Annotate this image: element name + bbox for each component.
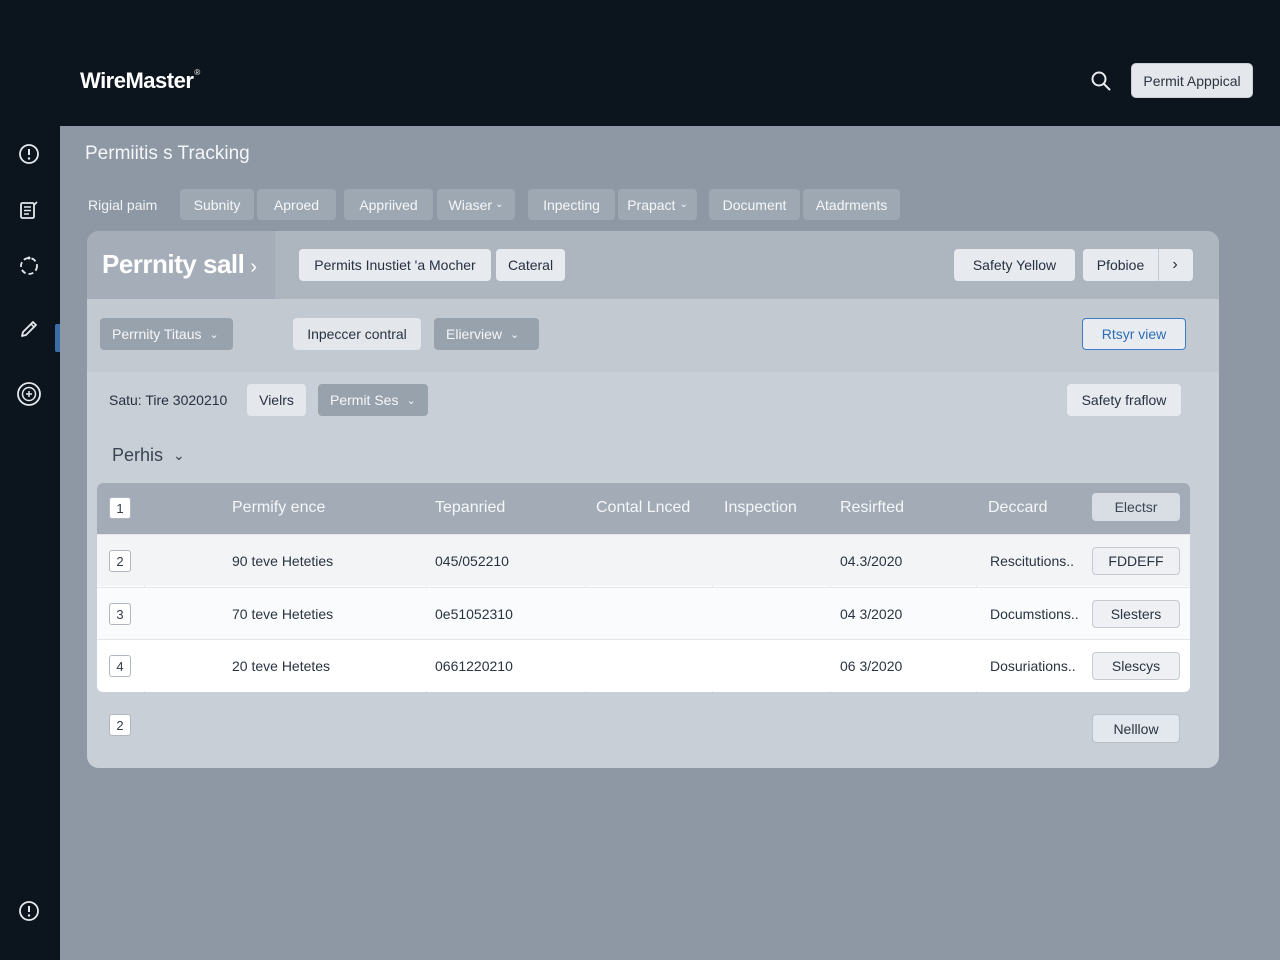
permits-section-toggle[interactable]: Perhis ⌄	[112, 445, 185, 466]
permit-doc-cell: Documstions..	[990, 606, 1079, 622]
permit-code-cell: 045/052210	[435, 553, 509, 569]
section-title: Perhis	[112, 445, 164, 465]
tab-wiaser[interactable]: Wiaser ⌄	[437, 189, 515, 220]
app-logo[interactable]: WireMaster®	[80, 68, 200, 94]
logo-text: WireMaster	[80, 68, 194, 93]
row-action-button[interactable]: Slescys	[1092, 652, 1180, 680]
permits-table: 1 Permify ence Tepanried Contal Lnced In…	[97, 483, 1190, 692]
permit-series-label: Permit Ses	[330, 392, 399, 408]
tab-appriived[interactable]: Appriived	[344, 189, 433, 220]
row-action-button[interactable]: Slesters	[1092, 600, 1180, 628]
tab-atadrments[interactable]: Atadrments	[803, 189, 900, 220]
panel-content-layer: Satu: Tire 3020210 Vielrs Permit Ses ⌄ Sa…	[87, 231, 1219, 768]
permit-code-cell: 0e51052310	[435, 606, 513, 622]
tab-prapact-label: Prapact	[627, 196, 676, 213]
permit-name-cell: 90 teve Heteties	[232, 553, 334, 569]
row-number: 4	[109, 655, 131, 677]
chevron-down-icon: ⌄	[173, 447, 185, 463]
tabs-label: Rigial paim	[88, 197, 158, 213]
permit-series-dropdown[interactable]: Permit Ses ⌄	[318, 384, 428, 416]
header-row-badge: 1	[109, 497, 131, 519]
column-header[interactable]: Contal Lnced	[596, 499, 690, 517]
column-header[interactable]: Resirfted	[840, 499, 904, 517]
column-header[interactable]: Permify ence	[232, 499, 325, 517]
status-text: Satu: Tire 3020210	[109, 392, 228, 408]
table-row[interactable]: 2 90 teve Heteties 045/052210 04.3/2020 …	[97, 534, 1190, 586]
tab-prapact[interactable]: Prapact ⌄	[618, 189, 697, 220]
tab-inpecting[interactable]: Inpecting	[528, 189, 615, 220]
chevron-down-icon: ⌄	[406, 394, 416, 407]
chevron-down-icon: ⌄	[495, 199, 504, 210]
alert-circle-icon[interactable]	[15, 140, 43, 168]
row-number: 3	[109, 603, 131, 625]
document-list-icon[interactable]	[15, 196, 43, 224]
permit-doc-cell: Rescitutions..	[990, 553, 1075, 569]
top-bar: WireMaster® Permit Apppical	[0, 0, 1280, 126]
search-icon[interactable]	[1088, 68, 1114, 94]
page-number-badge[interactable]: 2	[109, 714, 131, 736]
info-circle-icon[interactable]	[15, 897, 43, 925]
tab-subnity[interactable]: Subnity	[180, 189, 254, 220]
column-header[interactable]: Deccard	[988, 499, 1048, 517]
permit-date-cell: 06 3/2020	[840, 658, 903, 674]
permit-application-button[interactable]: Permit Apppical	[1131, 63, 1253, 98]
table-header: 1 Permify ence Tepanried Contal Lnced In…	[97, 483, 1190, 534]
permit-date-cell: 04.3/2020	[840, 553, 903, 569]
views-button[interactable]: Vielrs	[247, 384, 306, 416]
sidebar-active-indicator	[55, 324, 60, 352]
permit-code-cell: 0661220210	[435, 658, 513, 674]
permit-date-cell: 04 3/2020	[840, 606, 903, 622]
tab-wiaser-label: Wiaser	[448, 196, 493, 213]
table-row[interactable]: 3 70 teve Heteties 0e51052310 04 3/2020 …	[97, 587, 1190, 639]
logo-mark: ®	[194, 68, 200, 77]
table-row[interactable]: 4 20 teve Hetetes 0661220210 06 3/2020 D…	[97, 639, 1190, 691]
tab-document[interactable]: Document	[709, 189, 800, 220]
permit-name-cell: 20 teve Hetetes	[232, 658, 331, 674]
page-title: Permiitis s Tracking	[85, 143, 250, 164]
permit-doc-cell: Dosuriations..	[990, 658, 1076, 674]
badge-icon[interactable]	[15, 380, 43, 408]
select-button[interactable]: Electsr	[1092, 493, 1180, 521]
sidebar	[0, 126, 60, 960]
tab-aproed[interactable]: Aproed	[257, 189, 336, 220]
pencil-icon[interactable]	[15, 315, 43, 343]
column-header[interactable]: Inspection	[724, 499, 797, 517]
chevron-down-icon: ⌄	[679, 199, 688, 210]
footer-action-button[interactable]: Nelllow	[1092, 714, 1180, 743]
permit-name-cell: 70 teve Heteties	[232, 606, 334, 622]
row-number: 2	[109, 550, 131, 572]
row-action-button[interactable]: FDDEFF	[1092, 547, 1180, 575]
column-header[interactable]: Tepanried	[435, 499, 505, 517]
safety-flow-button[interactable]: Safety fraflow	[1067, 384, 1181, 416]
sync-icon[interactable]	[15, 252, 43, 280]
